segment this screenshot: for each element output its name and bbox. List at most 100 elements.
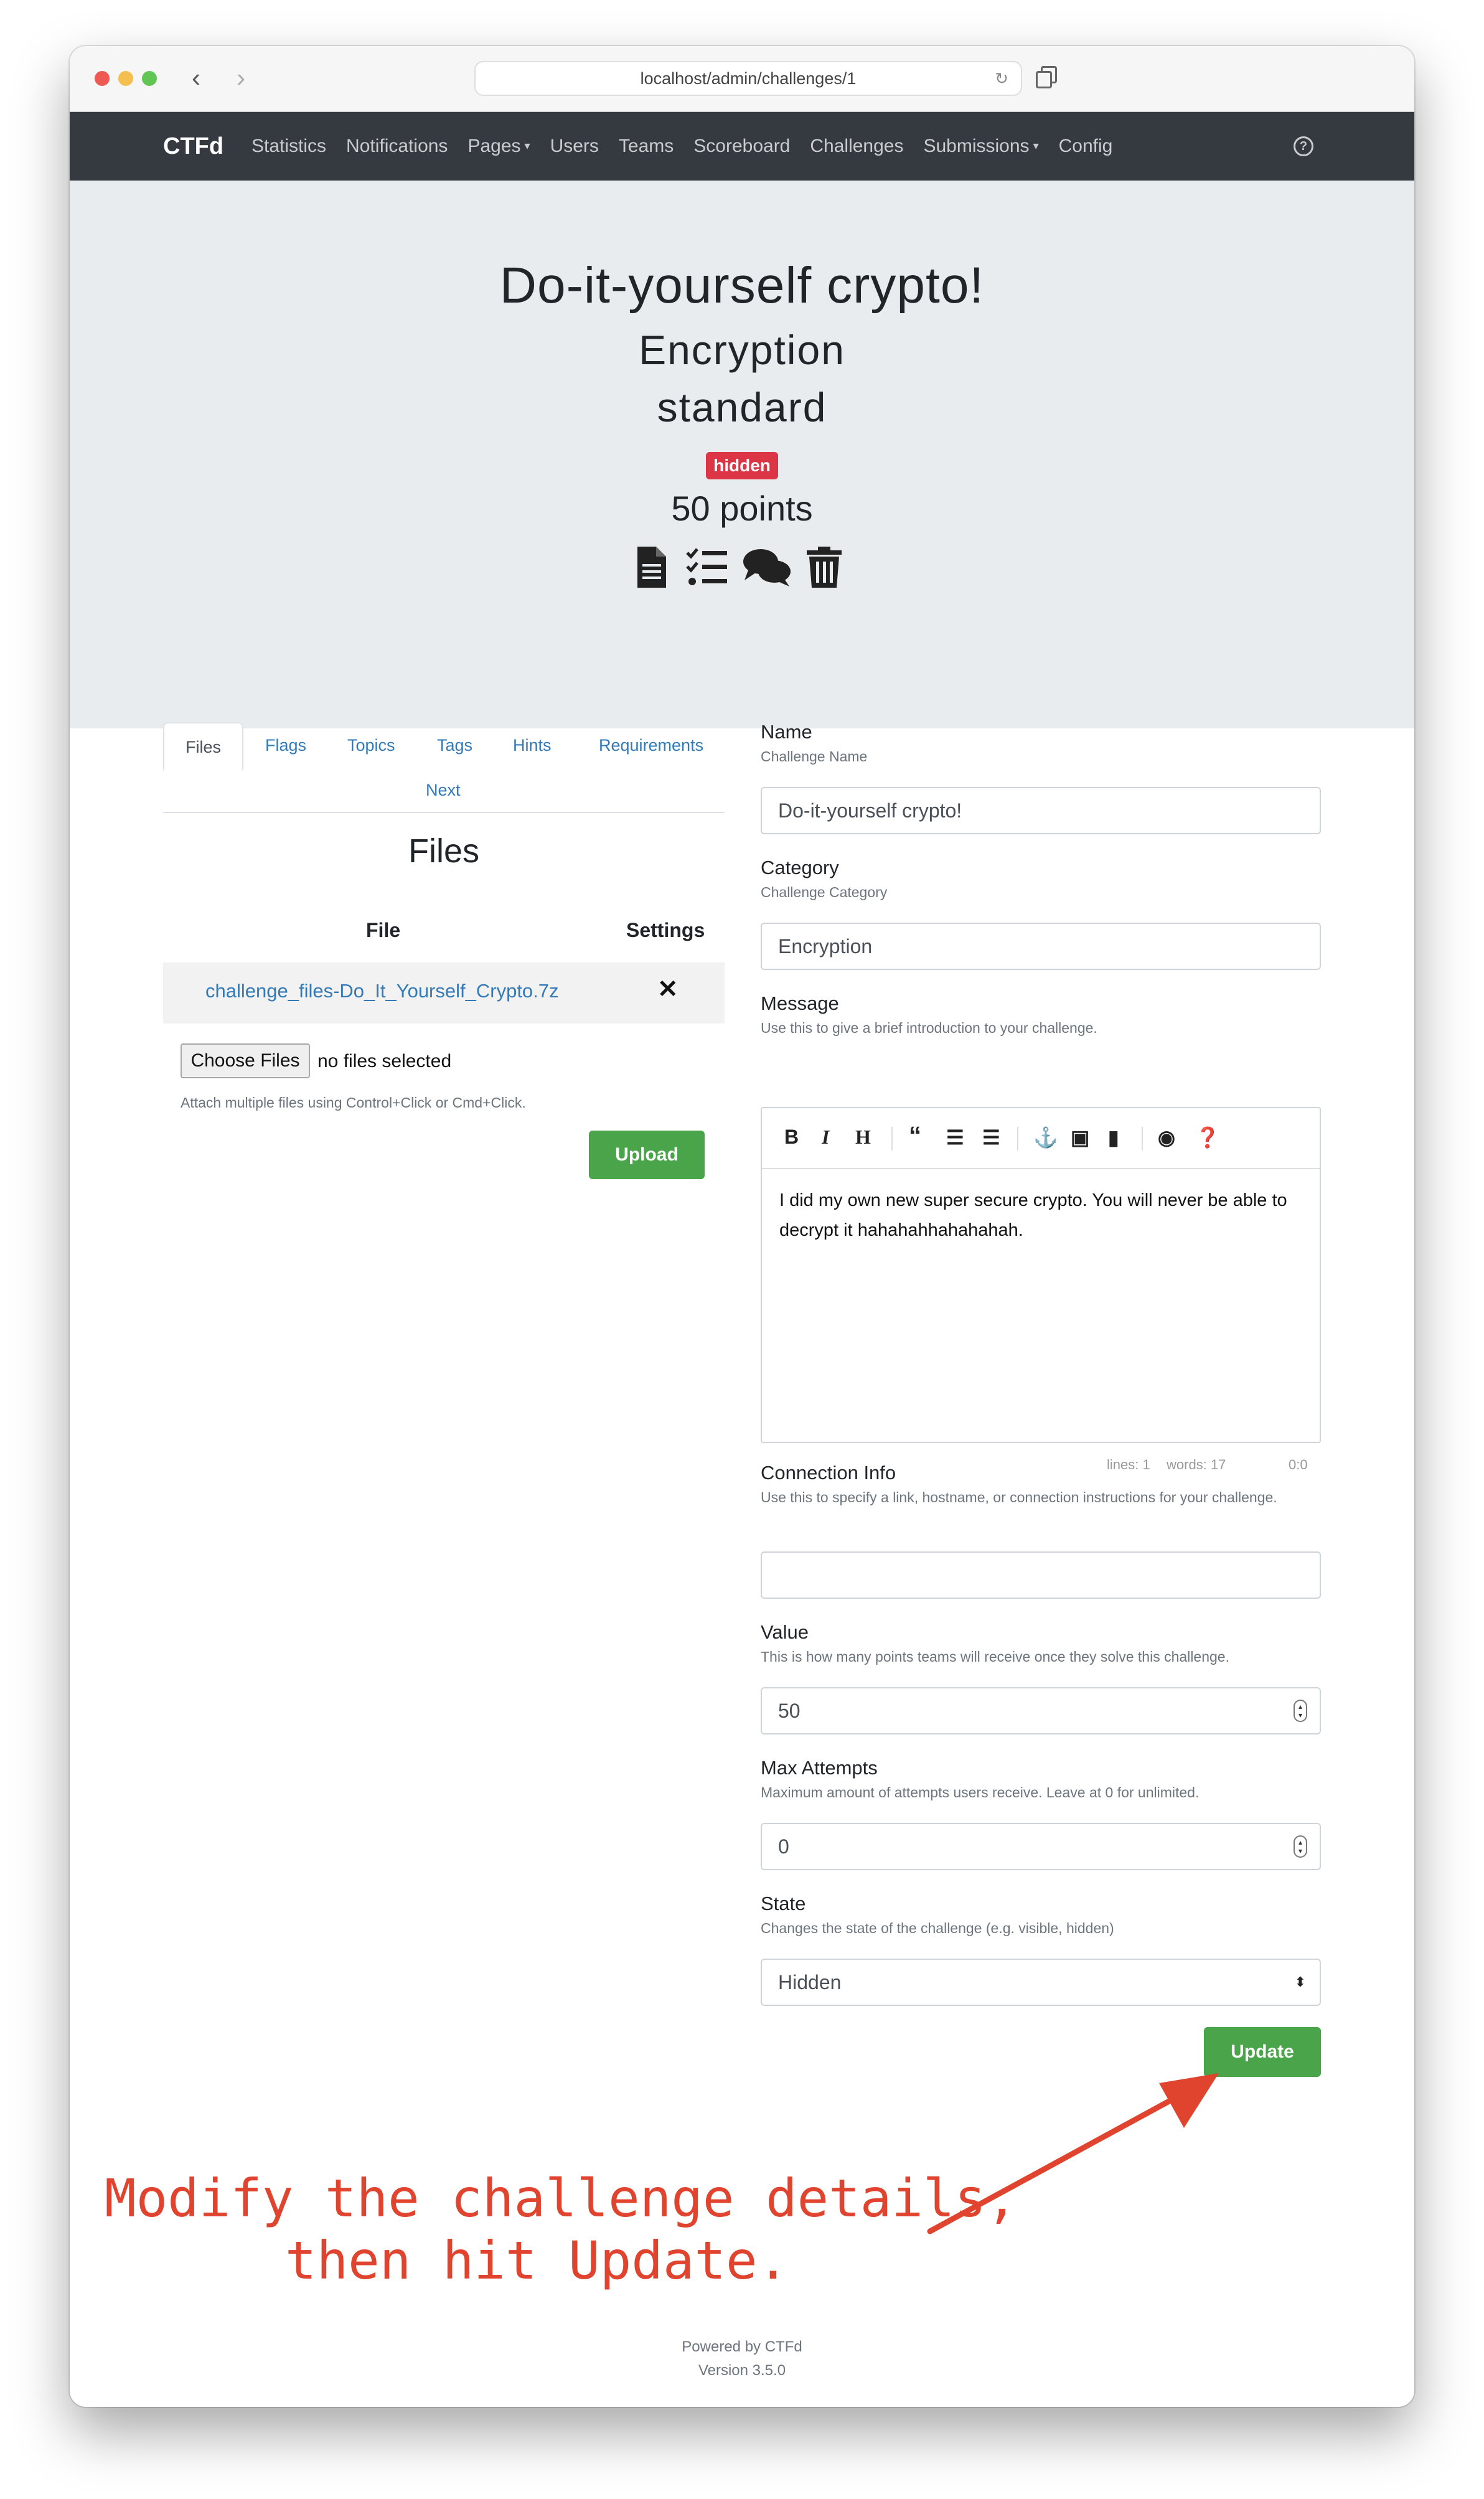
- challenge-points: 50 points: [671, 489, 813, 528]
- reload-icon[interactable]: ↻: [995, 62, 1008, 95]
- trash-icon[interactable]: [805, 545, 843, 589]
- zoom-window-button[interactable]: [142, 71, 157, 86]
- bullet-list-icon[interactable]: ☰: [946, 1126, 964, 1149]
- nav-scoreboard[interactable]: Scoreboard: [693, 136, 790, 157]
- message-editor: B I H “ ☰ ☰ ⚓ ▣ ▮ ◉ ❓ I did my own new s…: [761, 1107, 1321, 1443]
- top-navbar: CTFd Statistics Notifications Pages ▾ Use…: [70, 112, 1414, 181]
- tab-next[interactable]: Next: [426, 781, 461, 800]
- nav-submissions-label: Submissions: [923, 136, 1030, 156]
- files-heading: Files: [408, 832, 479, 870]
- connection-help: Use this to specify a link, hostname, or…: [761, 1489, 1277, 1505]
- value-input[interactable]: 50 ▴ ▾: [761, 1687, 1321, 1734]
- preview-eye-icon[interactable]: ◉: [1158, 1126, 1175, 1149]
- max-attempts-input[interactable]: 0 ▴ ▾: [761, 1823, 1321, 1870]
- numbered-list-icon[interactable]: ☰: [982, 1126, 1000, 1149]
- nav-config[interactable]: Config: [1059, 136, 1113, 157]
- file-link[interactable]: challenge_files-Do_It_Yourself_Crypto.7z: [205, 980, 559, 1002]
- message-label: Message: [761, 992, 839, 1014]
- nav-pages-label: Pages: [467, 136, 521, 156]
- choose-files-button[interactable]: Choose Files: [181, 1043, 310, 1078]
- quote-icon[interactable]: “: [909, 1122, 921, 1150]
- challenge-actions: [630, 545, 854, 595]
- caret-down-icon: ▾: [524, 139, 530, 152]
- tab-flags[interactable]: Flags: [265, 736, 306, 755]
- annotation-line-1: Modify the challenge details,: [105, 2168, 1018, 2229]
- annotation-line-2: then hit Update.: [285, 2230, 789, 2291]
- comments-icon[interactable]: [742, 545, 792, 589]
- upload-button[interactable]: Upload: [589, 1131, 705, 1179]
- browser-window: ‹ › localhost/admin/challenges/1 ↻ CTFd …: [70, 46, 1414, 2407]
- delete-file-icon[interactable]: ✕: [657, 975, 679, 1004]
- state-label: State: [761, 1893, 806, 1914]
- name-help: Challenge Name: [761, 748, 868, 765]
- message-help: Use this to give a brief introduction to…: [761, 1020, 1097, 1036]
- tab-requirements[interactable]: Requirements: [599, 736, 703, 755]
- footer-version: Version 3.5.0: [698, 2362, 786, 2379]
- editor-lines-count: lines: 1: [1107, 1457, 1150, 1472]
- nav-pages[interactable]: Pages ▾: [467, 136, 530, 157]
- value-label: Value: [761, 1621, 809, 1643]
- tab-overview-icon[interactable]: [1035, 64, 1059, 91]
- back-arrow-icon[interactable]: ‹: [192, 62, 200, 93]
- select-arrows-icon: ⬍: [1294, 1974, 1306, 1990]
- value-input-text: 50: [778, 1700, 801, 1722]
- nav-notifications[interactable]: Notifications: [346, 136, 448, 157]
- category-line-2: standard: [657, 384, 827, 430]
- nav-submissions[interactable]: Submissions ▾: [923, 136, 1038, 157]
- file-column-header: File: [366, 919, 401, 941]
- max-attempts-label: Max Attempts: [761, 1757, 878, 1779]
- heading-icon[interactable]: H: [855, 1126, 871, 1149]
- nav-links: Statistics Notifications Pages ▾ Users Te…: [251, 112, 1132, 181]
- name-input[interactable]: Do-it-yourself crypto!: [761, 787, 1321, 834]
- editor-cursor-position: 0:0: [1289, 1457, 1308, 1472]
- file-input-status: no files selected: [317, 1051, 452, 1071]
- challenge-header: Do-it-yourself crypto! Encryption standa…: [70, 181, 1414, 728]
- help-icon[interactable]: ?: [1294, 136, 1313, 156]
- nav-statistics[interactable]: Statistics: [251, 136, 326, 157]
- nav-challenges[interactable]: Challenges: [810, 136, 903, 157]
- footer-powered-by: Powered by CTFd: [682, 2338, 802, 2355]
- toolbar-divider: [891, 1127, 893, 1151]
- max-attempts-help: Maximum amount of attempts users receive…: [761, 1784, 1200, 1800]
- tab-tags[interactable]: Tags: [437, 736, 472, 755]
- tab-topics[interactable]: Topics: [347, 736, 395, 755]
- message-text[interactable]: I did my own new super secure crypto. Yo…: [779, 1185, 1308, 1245]
- nav-teams[interactable]: Teams: [619, 136, 674, 157]
- state-help: Changes the state of the challenge (e.g.…: [761, 1920, 1114, 1936]
- number-stepper-icon[interactable]: ▴ ▾: [1294, 1700, 1307, 1722]
- document-icon[interactable]: [636, 545, 667, 589]
- category-label: Category: [761, 857, 839, 878]
- link-icon[interactable]: ⚓: [1033, 1126, 1058, 1149]
- state-select[interactable]: Hidden ⬍: [761, 1959, 1321, 2006]
- category-line-1: Encryption: [639, 327, 845, 373]
- address-bar[interactable]: localhost/admin/challenges/1 ↻: [474, 61, 1022, 96]
- italic-icon[interactable]: I: [822, 1126, 829, 1149]
- browser-toolbar: ‹ › localhost/admin/challenges/1 ↻: [70, 46, 1414, 112]
- name-label: Name: [761, 721, 812, 743]
- challenge-category: Encryption standard: [70, 321, 1414, 436]
- category-help: Challenge Category: [761, 884, 888, 900]
- forward-arrow-icon[interactable]: ›: [237, 62, 245, 93]
- connection-label: Connection Info: [761, 1462, 896, 1484]
- toolbar-divider: [1142, 1127, 1143, 1151]
- guide-help-icon[interactable]: ❓: [1195, 1126, 1220, 1149]
- nav-users[interactable]: Users: [550, 136, 599, 157]
- status-badge: hidden: [706, 452, 778, 479]
- tab-hints[interactable]: Hints: [513, 736, 552, 755]
- brand-logo[interactable]: CTFd: [163, 112, 223, 181]
- bold-icon[interactable]: B: [784, 1126, 799, 1149]
- file-upload-icon[interactable]: ▮: [1108, 1126, 1119, 1149]
- image-icon[interactable]: ▣: [1071, 1126, 1089, 1149]
- minimize-window-button[interactable]: [118, 71, 133, 86]
- toolbar-divider: [1017, 1127, 1018, 1151]
- value-help: This is how many points teams will recei…: [761, 1649, 1229, 1665]
- checklist-icon[interactable]: [685, 545, 728, 589]
- connection-input[interactable]: [761, 1551, 1321, 1599]
- challenge-title: Do-it-yourself crypto!: [499, 257, 985, 314]
- tab-files[interactable]: Files: [163, 722, 244, 771]
- category-input[interactable]: Encryption: [761, 923, 1321, 970]
- editor-words-count: words: 17: [1167, 1457, 1226, 1472]
- close-window-button[interactable]: [95, 71, 110, 86]
- number-stepper-icon[interactable]: ▴ ▾: [1294, 1835, 1307, 1858]
- max-attempts-input-text: 0: [778, 1835, 789, 1858]
